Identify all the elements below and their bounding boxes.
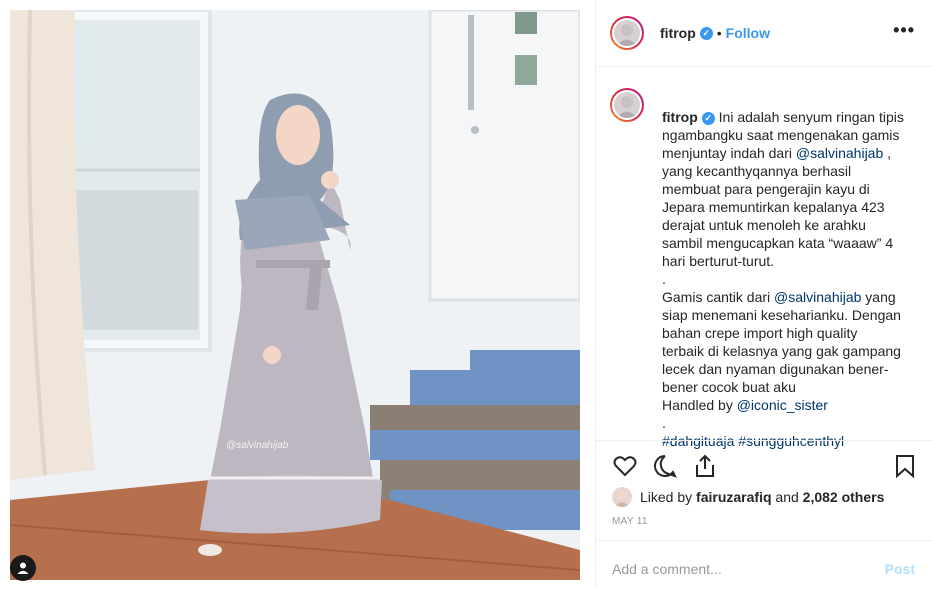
post-photo[interactable]: @salvinahijab [10,10,580,580]
caption-username[interactable]: fitrop [662,109,698,125]
comment-input[interactable]: Add a comment... [612,561,722,577]
caption-link[interactable]: @iconic_sister [737,397,828,413]
photo-illustration [10,10,580,580]
separator-dot: • [716,25,722,41]
post-side-panel: fitrop ✓ • Follow ••• fitrop ✓ Ini adalah… [595,0,932,589]
share-icon[interactable] [692,453,718,479]
liker-avatar[interactable] [612,487,632,507]
post-date[interactable]: MAY 11 [612,516,648,527]
heart-icon[interactable] [612,453,638,479]
verified-badge-icon: ✓ [699,26,713,40]
verified-badge-icon: ✓ [701,111,715,125]
caption-segment: . [662,415,666,431]
bookmark-icon[interactable] [892,453,918,479]
caption-segment: yang siap menemani keseharianku. Dengan … [662,289,901,413]
caption-body: Ini adalah senyum ringan tipis ngambangk… [662,109,904,449]
post-comment-button[interactable]: Post [885,561,915,577]
more-options-icon[interactable]: ••• [893,20,915,41]
action-bar [596,440,932,489]
post-header: fitrop ✓ • Follow ••• [596,0,932,67]
follow-button[interactable]: Follow [726,25,770,41]
caption-link[interactable]: @salvinahijab [796,145,883,161]
likes-count-link[interactable]: 2,082 others [803,489,885,505]
post-caption: fitrop ✓ Ini adalah senyum ringan tipis n… [610,88,928,450]
liked-by-and: and [775,489,799,505]
liked-by-user[interactable]: fairuzarafiq [696,489,771,505]
caption-segment: , yang kecanthyqannya berhasil membuat p… [662,145,894,305]
likes-summary: Liked by fairuzarafiq and 2,082 others [612,487,884,507]
user-tag-icon[interactable] [10,555,36,581]
photo-watermark: @salvinahijab [226,440,289,451]
caption-text: fitrop ✓ Ini adalah senyum ringan tipis n… [610,90,928,450]
comment-bar: Add a comment... Post [596,540,932,590]
liked-by-prefix: Liked by [640,489,693,505]
comment-icon[interactable] [652,453,678,479]
caption-link[interactable]: @salvinahijab [774,289,861,305]
username-link[interactable]: fitrop [660,25,696,41]
profile-avatar[interactable] [610,16,644,50]
